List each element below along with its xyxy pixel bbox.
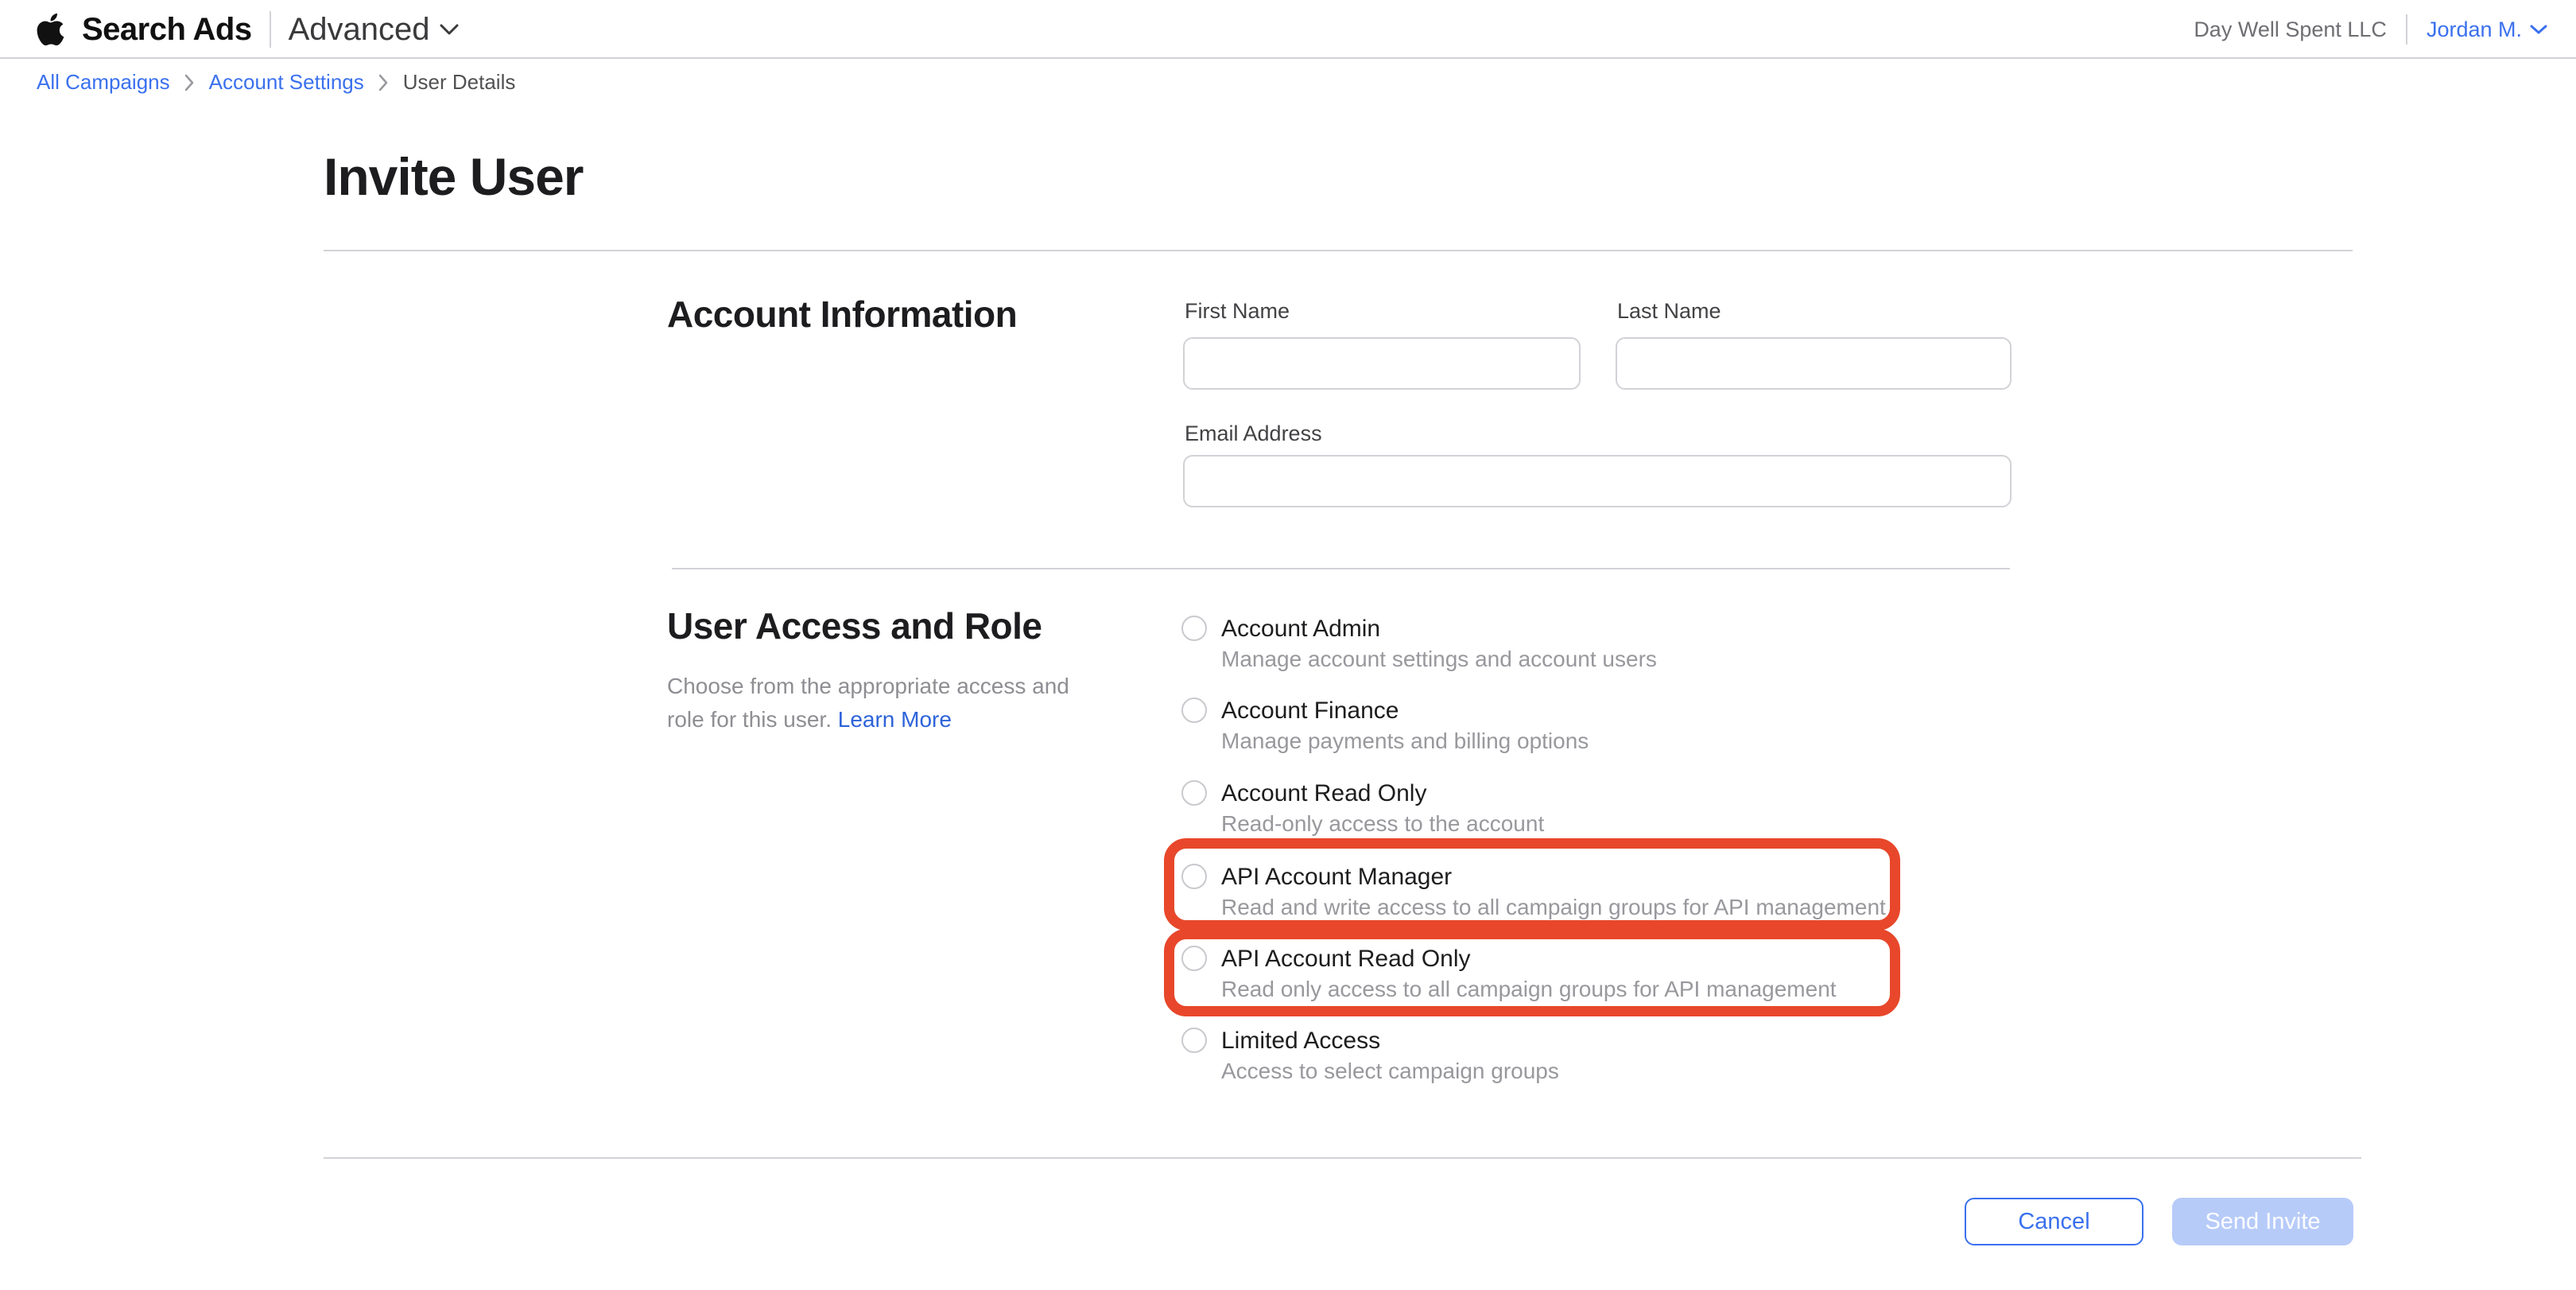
- chevron-right-icon: [184, 74, 195, 91]
- header-divider: [2406, 14, 2407, 45]
- role-description: Manage payments and billing options: [1221, 728, 1589, 755]
- radio-button[interactable]: [1181, 864, 1207, 889]
- app-title: Search Ads: [82, 12, 252, 48]
- radio-button[interactable]: [1181, 780, 1207, 806]
- top-nav-bar: Search Ads Advanced Day Well Spent LLC J…: [0, 0, 2576, 59]
- product-label: Advanced: [289, 12, 430, 48]
- brand-group: Search Ads Advanced: [37, 0, 459, 59]
- user-menu[interactable]: Jordan M.: [2427, 17, 2547, 42]
- divider: [324, 250, 2353, 251]
- invite-user-page: Search Ads Advanced Day Well Spent LLC J…: [0, 0, 2576, 1290]
- first-name-input[interactable]: [1183, 337, 1581, 390]
- role-description: Manage account settings and account user…: [1221, 646, 1657, 673]
- role-label[interactable]: Account Read Only: [1221, 779, 1426, 808]
- product-switcher[interactable]: Advanced: [289, 12, 459, 48]
- cancel-button[interactable]: Cancel: [1965, 1198, 2143, 1245]
- account-group: Day Well Spent LLC Jordan M.: [2194, 0, 2547, 59]
- radio-button[interactable]: [1181, 697, 1207, 723]
- role-description: Read and write access to all campaign gr…: [1221, 894, 1886, 921]
- breadcrumb: All Campaigns Account Settings User Deta…: [37, 70, 515, 95]
- role-label[interactable]: Account Finance: [1221, 697, 1399, 725]
- learn-more-link[interactable]: Learn More: [838, 707, 952, 732]
- org-name: Day Well Spent LLC: [2194, 17, 2387, 42]
- breadcrumb-account-settings[interactable]: Account Settings: [209, 70, 364, 95]
- email-address-input[interactable]: [1183, 455, 2012, 507]
- role-label[interactable]: API Account Read Only: [1221, 945, 1471, 973]
- divider: [672, 568, 2010, 569]
- radio-button[interactable]: [1181, 946, 1207, 971]
- chevron-right-icon: [378, 74, 389, 91]
- page-title: Invite User: [324, 146, 583, 207]
- account-information-heading: Account Information: [667, 293, 1017, 336]
- chevron-down-icon: [2530, 25, 2547, 35]
- send-invite-button[interactable]: Send Invite: [2172, 1198, 2353, 1245]
- radio-button[interactable]: [1181, 616, 1207, 641]
- user-access-role-heading: User Access and Role: [667, 604, 1042, 647]
- breadcrumb-user-details: User Details: [403, 70, 516, 95]
- user-name: Jordan M.: [2427, 17, 2522, 42]
- chevron-down-icon: [440, 24, 459, 36]
- last-name-label: Last Name: [1617, 299, 1721, 324]
- email-address-label: Email Address: [1185, 422, 1322, 446]
- access-role-description: Choose from the appropriate access and r…: [667, 670, 1096, 736]
- breadcrumb-all-campaigns[interactable]: All Campaigns: [37, 70, 170, 95]
- role-label[interactable]: API Account Manager: [1221, 863, 1452, 892]
- radio-button[interactable]: [1181, 1028, 1207, 1053]
- apple-logo-icon: [37, 11, 64, 48]
- role-label[interactable]: Limited Access: [1221, 1027, 1380, 1055]
- divider: [324, 1157, 2361, 1159]
- role-label[interactable]: Account Admin: [1221, 615, 1380, 643]
- role-description: Access to select campaign groups: [1221, 1058, 1559, 1085]
- last-name-input[interactable]: [1616, 337, 2012, 390]
- role-description: Read only access to all campaign groups …: [1221, 976, 1837, 1003]
- role-description: Read-only access to the account: [1221, 810, 1544, 837]
- first-name-label: First Name: [1185, 299, 1290, 324]
- header-divider: [270, 11, 271, 48]
